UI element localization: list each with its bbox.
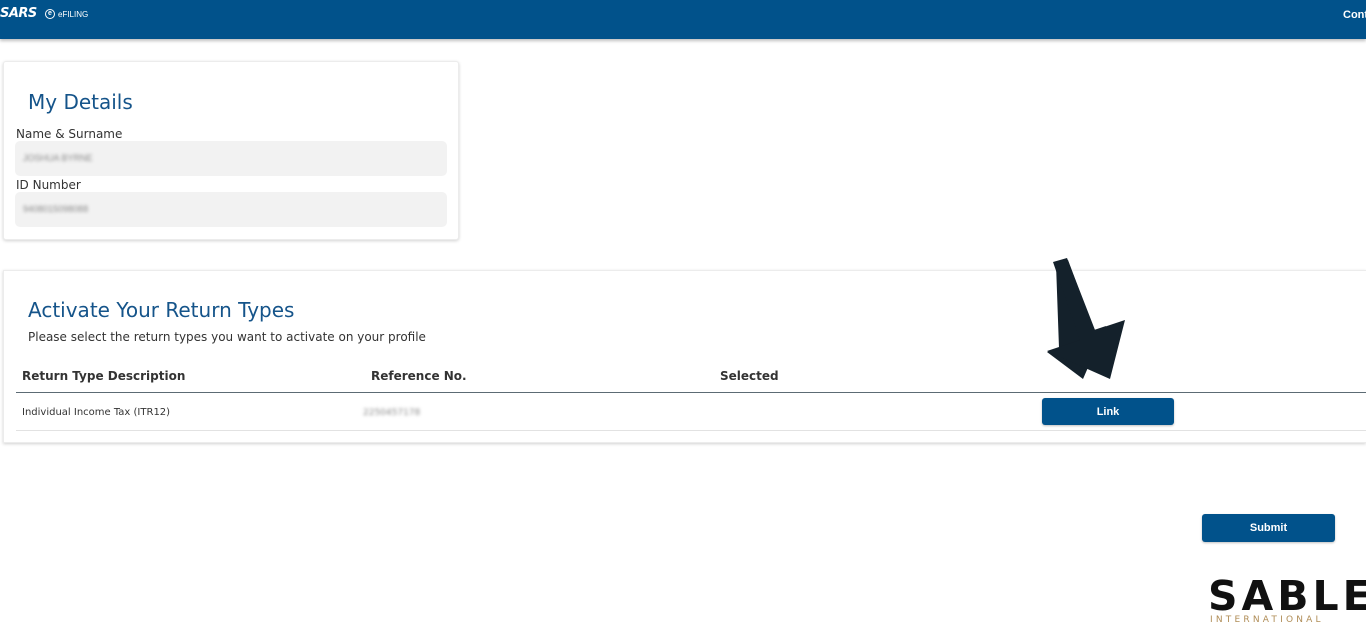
row-reference: 2250457178 (363, 408, 421, 418)
down-right-arrow-icon (1047, 258, 1125, 379)
name-surname-value: JOSHUA BYRNE (23, 153, 93, 163)
sable-international-logo: SABLE INTERNATIONAL (1208, 576, 1366, 627)
return-types-subtitle: Please select the return types you want … (28, 330, 426, 344)
efiling-logo[interactable]: e eFILING (45, 9, 88, 19)
table-row-divider (16, 430, 1366, 431)
id-number-label: ID Number (16, 178, 81, 192)
name-surname-field: JOSHUA BYRNE (15, 141, 447, 176)
my-details-card: My Details Name & Surname JOSHUA BYRNE I… (3, 61, 459, 240)
column-header-description[interactable]: Return Type Description (22, 369, 185, 383)
id-number-value: 9408015098088 (23, 204, 89, 214)
return-types-card: Activate Your Return Types Please select… (3, 270, 1366, 443)
my-details-title: My Details (28, 90, 133, 114)
link-button[interactable]: Link (1042, 398, 1174, 425)
submit-button[interactable]: Submit (1202, 514, 1335, 542)
id-number-field: 9408015098088 (15, 192, 447, 227)
top-navigation-bar: SARS e eFILING Conta (0, 0, 1366, 39)
sable-logo-word: SABLE (1208, 572, 1366, 620)
column-header-selected[interactable]: Selected (720, 369, 779, 383)
table-header-divider (16, 392, 1366, 393)
contact-link[interactable]: Conta (1343, 9, 1366, 21)
name-surname-label: Name & Surname (16, 127, 123, 141)
return-types-title: Activate Your Return Types (28, 298, 295, 322)
sars-logo[interactable]: SARS (0, 6, 37, 21)
efiling-e-icon: e (45, 9, 55, 19)
efiling-logo-text: eFILING (58, 9, 89, 19)
row-description: Individual Income Tax (ITR12) (22, 407, 171, 418)
sable-logo-subtext: INTERNATIONAL (1210, 615, 1324, 625)
column-header-reference[interactable]: Reference No. (371, 369, 467, 383)
